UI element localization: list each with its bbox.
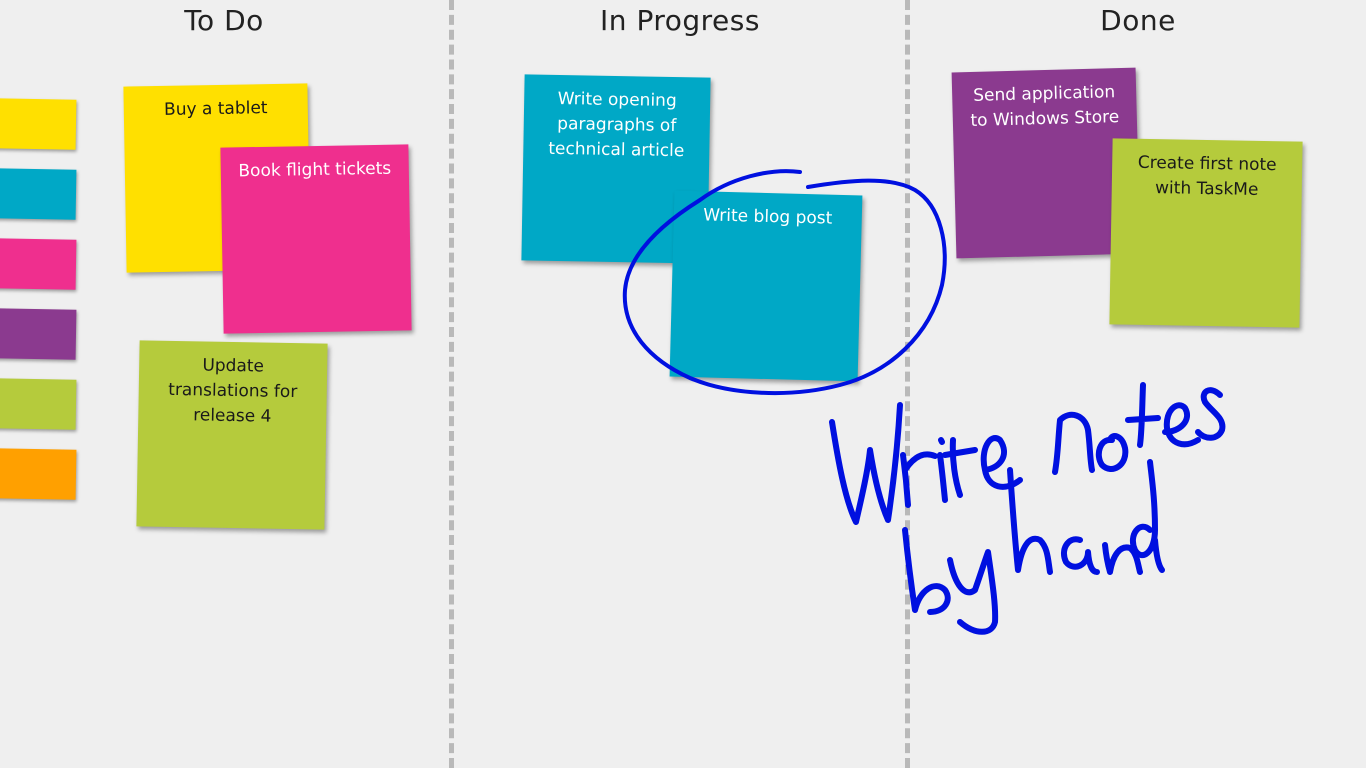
sticky-note[interactable]: Write blog post: [669, 190, 863, 382]
palette-swatch-green[interactable]: [0, 378, 77, 430]
palette-swatch-yellow[interactable]: [0, 98, 77, 150]
palette-swatch-pink[interactable]: [0, 238, 77, 290]
palette-swatch-purple[interactable]: [0, 308, 77, 360]
note-text: Send application to Windows Store: [970, 82, 1120, 131]
column-title-in-progress: In Progress: [600, 4, 760, 37]
note-text: Write blog post: [703, 205, 833, 229]
sticky-note[interactable]: Update translations for release 4: [136, 340, 328, 530]
note-text: Book flight tickets: [238, 158, 392, 182]
note-text: Create first note with TaskMe: [1137, 152, 1277, 200]
sticky-note[interactable]: Create first note with TaskMe: [1109, 138, 1303, 328]
palette-swatch-blue[interactable]: [0, 168, 77, 220]
ink-handwriting-stroke: [829, 382, 1226, 525]
note-text: Buy a tablet: [163, 98, 268, 120]
palette-swatch-orange[interactable]: [0, 448, 77, 500]
note-text: Update translations for release 4: [168, 355, 298, 427]
sticky-note[interactable]: Book flight tickets: [220, 144, 412, 334]
ink-handwriting-stroke: [902, 459, 1165, 635]
column-divider: [449, 0, 454, 768]
column-title-to-do: To Do: [184, 4, 264, 37]
task-board[interactable]: To Do In Progress Done Buy a tablet Book…: [0, 0, 1366, 768]
column-divider: [905, 0, 910, 768]
note-text: Write opening paragraphs of technical ar…: [548, 88, 685, 162]
column-title-done: Done: [1100, 4, 1176, 37]
